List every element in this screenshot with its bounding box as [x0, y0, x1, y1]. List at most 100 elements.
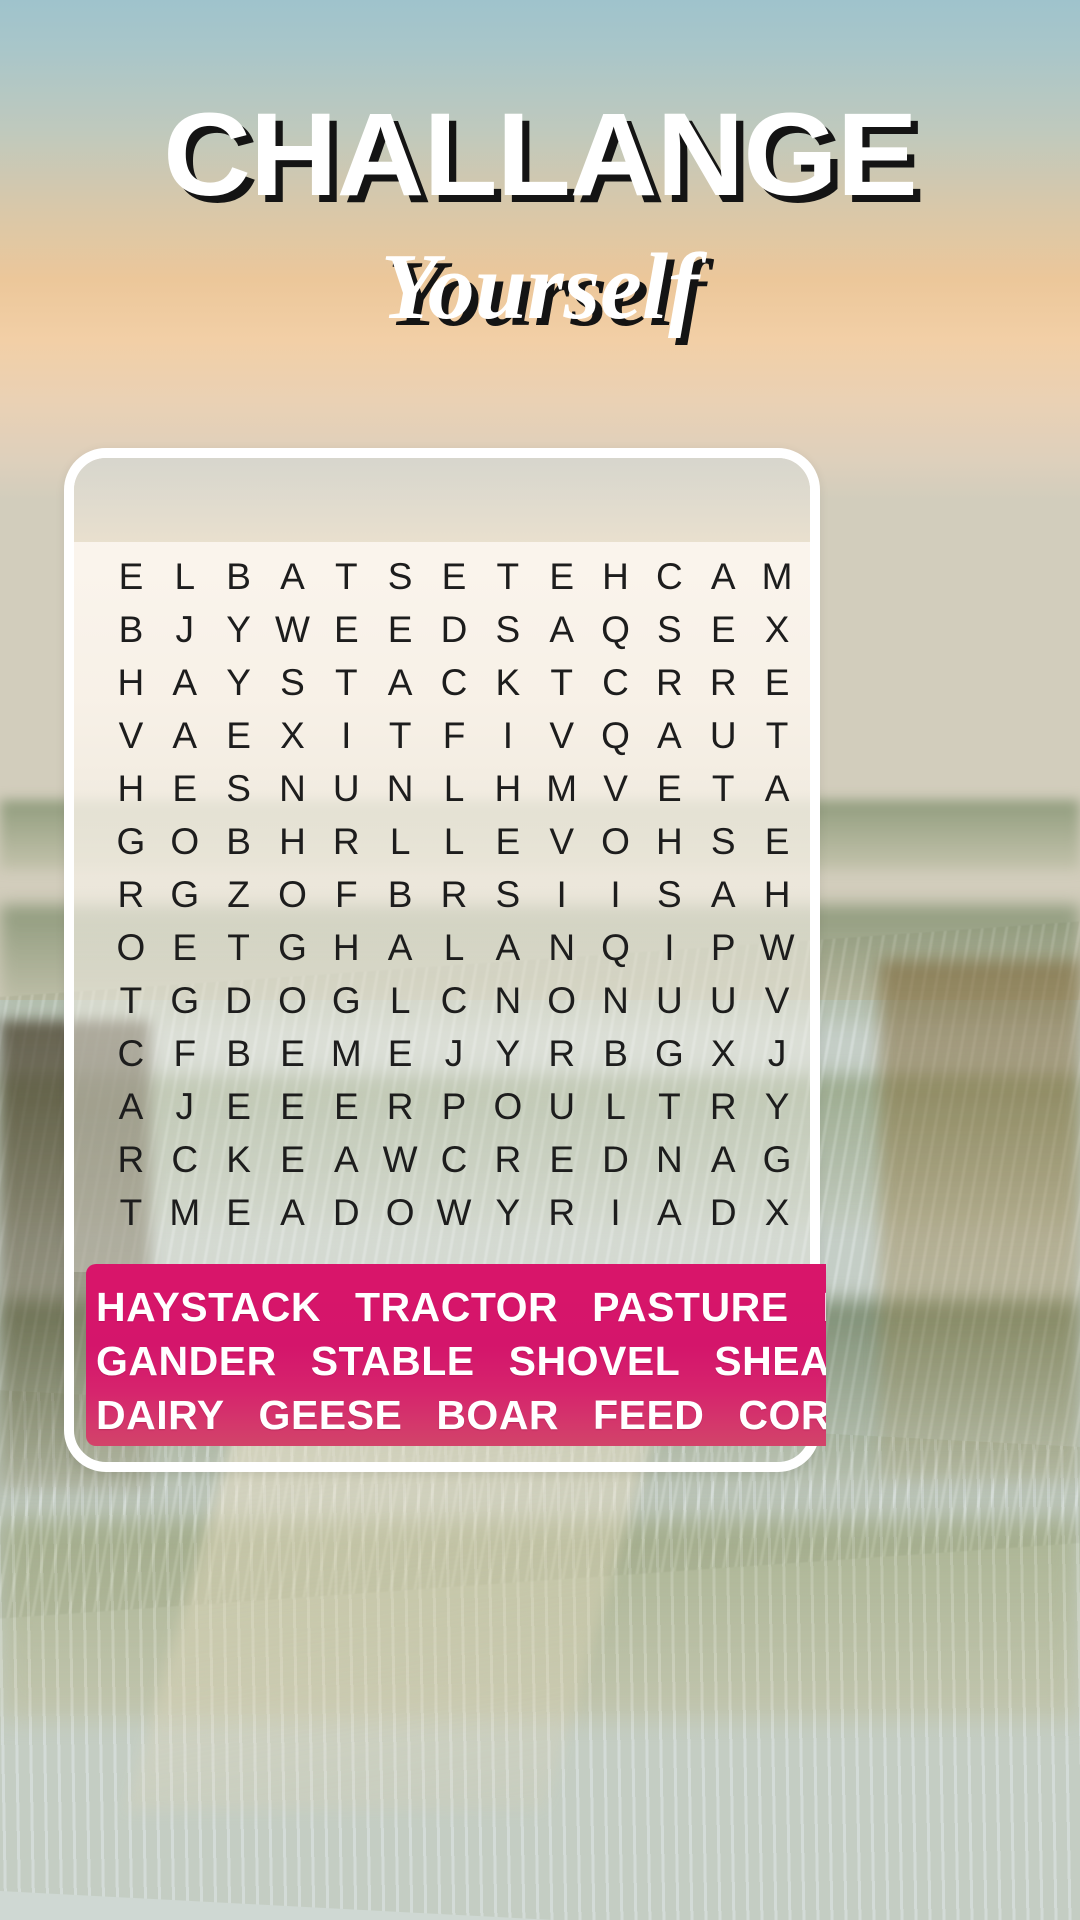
grid-cell[interactable]: I — [557, 876, 567, 913]
grid-cell[interactable]: J — [445, 1035, 464, 1072]
grid-cell[interactable]: A — [280, 558, 305, 595]
grid-cell[interactable]: S — [226, 770, 251, 807]
grid-cell[interactable]: G — [170, 876, 199, 913]
grid-cell[interactable]: U — [710, 717, 737, 754]
grid-cell[interactable]: R — [656, 664, 683, 701]
grid-cell[interactable]: G — [278, 929, 307, 966]
grid-cell[interactable]: K — [496, 664, 521, 701]
grid-cell[interactable]: W — [383, 1141, 418, 1178]
grid-cell[interactable]: A — [711, 1141, 736, 1178]
grid-cell[interactable]: C — [441, 664, 468, 701]
grid-cell[interactable]: E — [765, 823, 790, 860]
grid-cell[interactable]: A — [657, 717, 682, 754]
grid-cell[interactable]: B — [603, 1035, 628, 1072]
grid-cell[interactable]: T — [712, 770, 735, 807]
grid-cell[interactable]: G — [332, 982, 361, 1019]
grid-cell[interactable]: N — [548, 929, 575, 966]
grid-cell[interactable]: N — [602, 982, 629, 1019]
grid-cell[interactable]: Y — [226, 664, 251, 701]
grid-cell[interactable]: E — [334, 1088, 359, 1125]
grid-cell[interactable]: E — [549, 558, 574, 595]
grid-cell[interactable]: T — [497, 558, 520, 595]
grid-cell[interactable]: T — [120, 1194, 143, 1231]
grid-cell[interactable]: E — [442, 558, 467, 595]
grid-cell[interactable]: J — [768, 1035, 787, 1072]
grid-cell[interactable]: Q — [601, 611, 630, 648]
grid-cell[interactable]: R — [441, 876, 468, 913]
grid-cell[interactable]: H — [118, 664, 145, 701]
grid-cell[interactable]: A — [172, 664, 197, 701]
grid-cell[interactable]: B — [119, 611, 144, 648]
grid-cell[interactable]: T — [550, 664, 573, 701]
grid-cell[interactable]: O — [493, 1088, 522, 1125]
grid-cell[interactable]: A — [549, 611, 574, 648]
grid-cell[interactable]: O — [386, 1194, 415, 1231]
grid-cell[interactable]: H — [656, 823, 683, 860]
grid-cell[interactable]: X — [711, 1035, 736, 1072]
grid-cell[interactable]: X — [765, 1194, 790, 1231]
grid-cell[interactable]: Q — [601, 929, 630, 966]
grid-cell[interactable]: R — [548, 1194, 575, 1231]
grid-cell[interactable]: V — [119, 717, 144, 754]
word-bank-item[interactable]: CORN — [738, 1394, 826, 1436]
grid-cell[interactable]: T — [335, 664, 358, 701]
grid-cell[interactable]: S — [496, 876, 521, 913]
grid-cell[interactable]: J — [176, 1088, 195, 1125]
grid-cell[interactable]: N — [279, 770, 306, 807]
grid-cell[interactable]: H — [279, 823, 306, 860]
grid-cell[interactable]: G — [170, 982, 199, 1019]
grid-cell[interactable]: U — [656, 982, 683, 1019]
grid-cell[interactable]: E — [657, 770, 682, 807]
grid-cell[interactable]: J — [176, 611, 195, 648]
grid-cell[interactable]: I — [610, 876, 620, 913]
grid-cell[interactable]: O — [117, 929, 146, 966]
word-bank-item[interactable]: POULTRY — [823, 1286, 826, 1328]
grid-cell[interactable]: N — [656, 1141, 683, 1178]
grid-cell[interactable]: R — [494, 1141, 521, 1178]
grid-cell[interactable]: D — [333, 1194, 360, 1231]
grid-cell[interactable]: L — [174, 558, 195, 595]
grid-cell[interactable]: Y — [226, 611, 251, 648]
grid-cell[interactable]: E — [765, 664, 790, 701]
word-bank-item[interactable]: DAIRY — [96, 1394, 225, 1436]
letter-grid[interactable]: ELBATSETEHCAMBJYWEEDSAQSEXHAYSTACKTCRREV… — [104, 550, 804, 1239]
grid-cell[interactable]: T — [766, 717, 789, 754]
grid-cell[interactable]: R — [548, 1035, 575, 1072]
grid-cell[interactable]: B — [226, 558, 251, 595]
grid-cell[interactable]: B — [226, 823, 251, 860]
grid-cell[interactable]: R — [333, 823, 360, 860]
grid-cell[interactable]: R — [710, 664, 737, 701]
grid-cell[interactable]: H — [602, 558, 629, 595]
grid-cell[interactable]: V — [549, 717, 574, 754]
grid-cell[interactable]: E — [496, 823, 521, 860]
grid-cell[interactable]: V — [603, 770, 628, 807]
word-bank-item[interactable]: BOAR — [436, 1394, 559, 1436]
grid-cell[interactable]: E — [119, 558, 144, 595]
grid-cell[interactable]: C — [602, 664, 629, 701]
word-bank-item[interactable]: FEED — [593, 1394, 704, 1436]
word-bank-item[interactable]: HAYSTACK — [96, 1286, 321, 1328]
grid-cell[interactable]: X — [280, 717, 305, 754]
grid-cell[interactable]: R — [118, 876, 145, 913]
grid-cell[interactable]: E — [226, 717, 251, 754]
grid-cell[interactable]: W — [760, 929, 795, 966]
grid-cell[interactable]: E — [226, 1088, 251, 1125]
grid-cell[interactable]: G — [763, 1141, 792, 1178]
grid-cell[interactable]: I — [610, 1194, 620, 1231]
grid-cell[interactable]: M — [331, 1035, 362, 1072]
grid-cell[interactable]: A — [172, 717, 197, 754]
word-bank-item[interactable]: SHOVEL — [509, 1340, 681, 1382]
grid-cell[interactable]: M — [546, 770, 577, 807]
grid-cell[interactable]: D — [441, 611, 468, 648]
grid-cell[interactable]: S — [657, 611, 682, 648]
grid-cell[interactable]: X — [765, 611, 790, 648]
grid-cell[interactable]: B — [226, 1035, 251, 1072]
grid-cell[interactable]: Y — [496, 1194, 521, 1231]
grid-cell[interactable]: D — [710, 1194, 737, 1231]
grid-cell[interactable]: K — [226, 1141, 251, 1178]
grid-cell[interactable]: I — [341, 717, 351, 754]
grid-cell[interactable]: A — [711, 558, 736, 595]
grid-cell[interactable]: E — [280, 1035, 305, 1072]
grid-cell[interactable]: N — [387, 770, 414, 807]
grid-cell[interactable]: A — [388, 664, 413, 701]
